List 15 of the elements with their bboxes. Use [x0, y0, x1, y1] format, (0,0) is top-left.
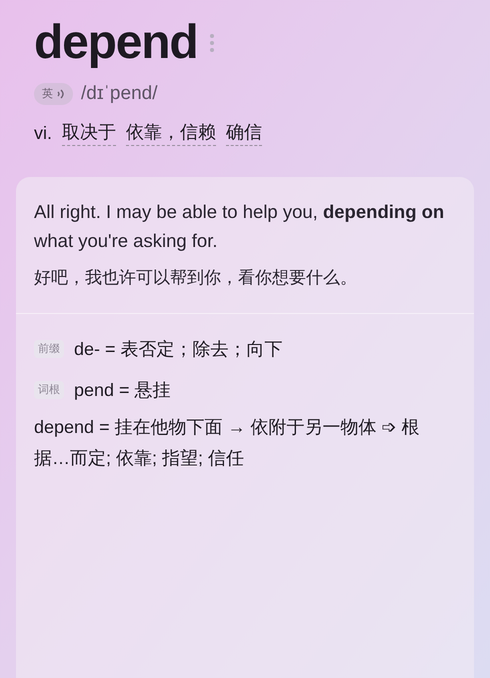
- etymology-explanation: depend = 挂在他物下面 → 依附于另一物体 ➩ 根据…而定; 依靠; 指望; 信任: [34, 416, 421, 470]
- example-translation: 好吧，我也许可以帮到你，看你想要什么。: [34, 267, 358, 290]
- headword: depend: [34, 15, 198, 71]
- phonetic: /dɪˈpend/: [81, 82, 158, 106]
- etymology-part: pend = 悬挂: [74, 378, 171, 402]
- meaning-link[interactable]: 取决于: [62, 121, 116, 146]
- example-sentence: All right. I may be able to help you, depending on what you're asking for.: [34, 200, 446, 254]
- part-of-speech: vi.: [34, 122, 52, 146]
- etymology-tag: 前缀: [34, 340, 64, 358]
- meaning-link[interactable]: 确信: [226, 121, 262, 146]
- etymology-part: de- = 表否定；除去；向下: [74, 338, 283, 361]
- etymology-tag: 词根: [34, 380, 64, 400]
- more-icon[interactable]: [209, 32, 216, 53]
- meaning-link[interactable]: 依靠，信赖: [126, 121, 216, 146]
- speaker-icon: [57, 88, 65, 99]
